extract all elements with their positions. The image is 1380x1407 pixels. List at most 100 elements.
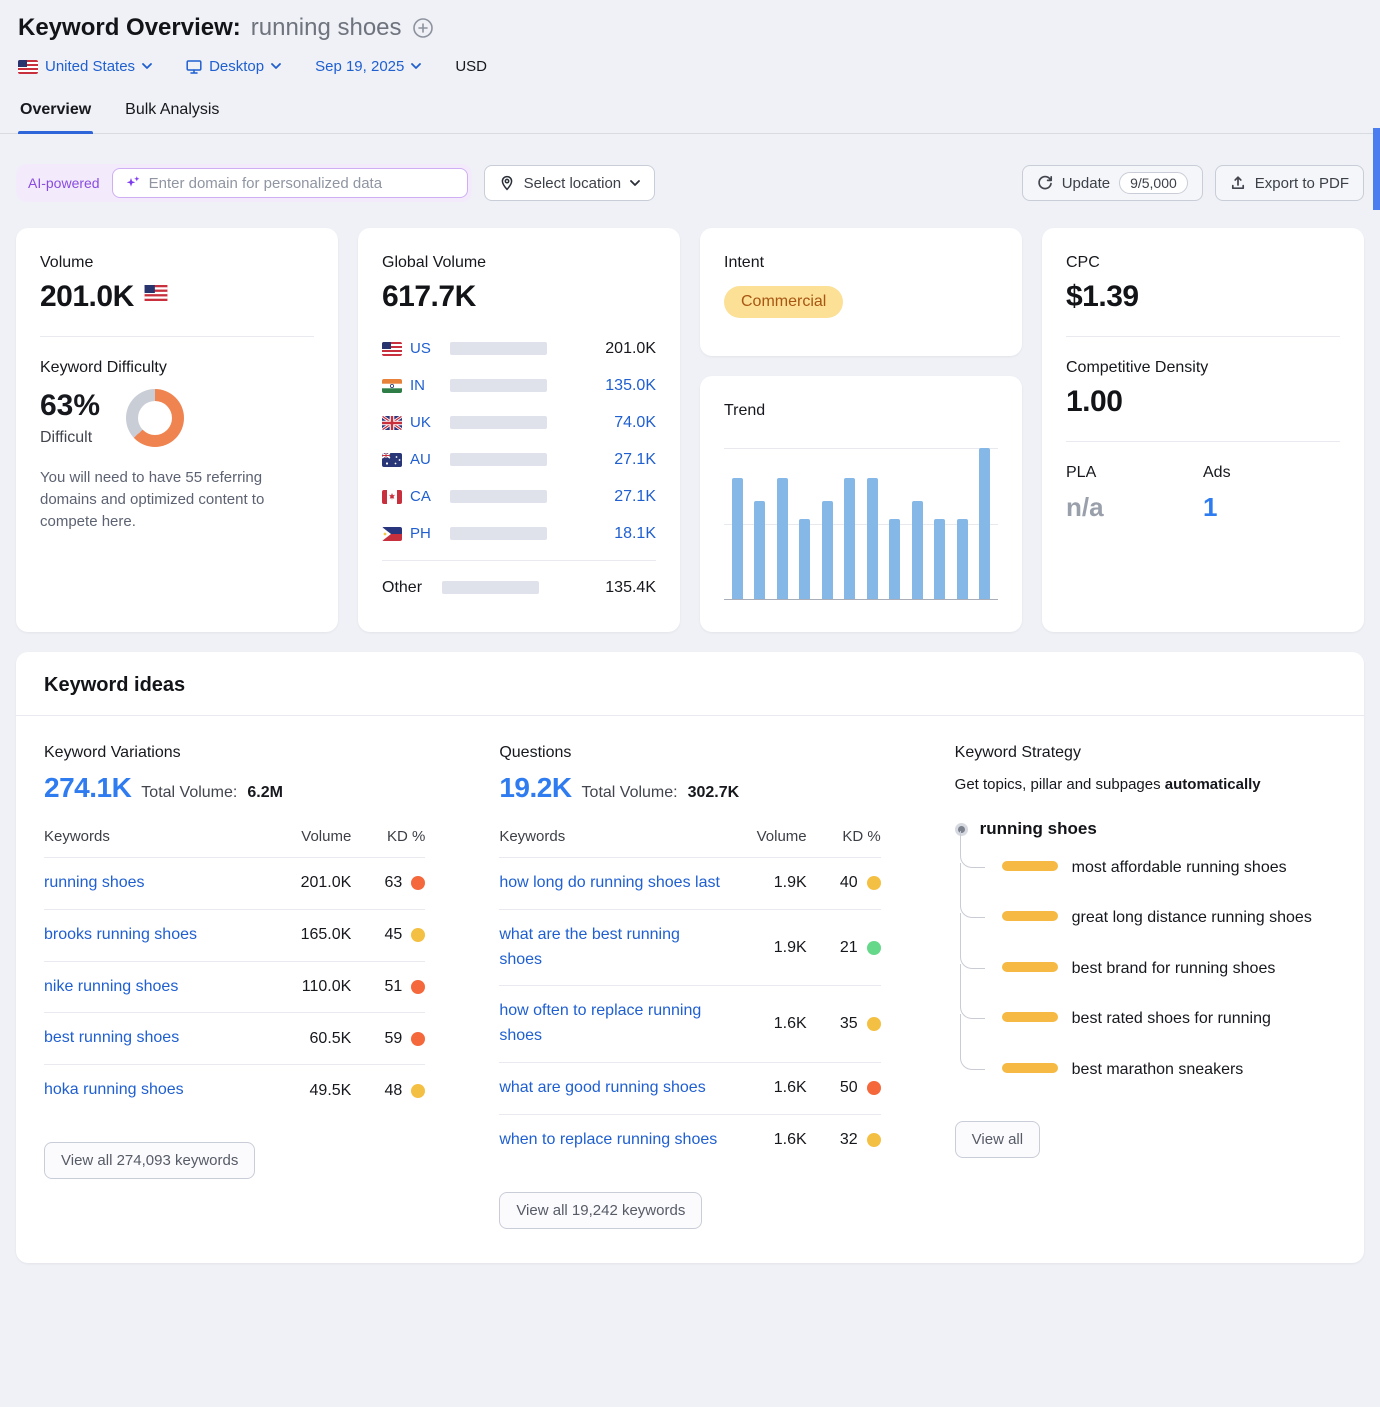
questions-total-label: Total Volume: (582, 784, 678, 802)
country-row-us: US 201.0K (382, 330, 656, 367)
keyword-link[interactable]: best running shoes (44, 1029, 179, 1046)
country-filter[interactable]: United States (18, 58, 152, 75)
in-flag-icon (382, 379, 402, 393)
country-volume: 18.1K (614, 525, 656, 543)
chevron-down-icon (630, 180, 640, 187)
country-code[interactable]: PH (410, 525, 442, 542)
keyword-link[interactable]: how long do running shoes last (499, 874, 720, 891)
keyword-overview-page: Keyword Overview: running shoes United S… (0, 0, 1380, 1407)
country-row-ph: PH 18.1K (382, 515, 656, 552)
keyword-volume: 1.9K (723, 858, 807, 910)
table-row: how often to replace running shoes 1.6K … (499, 986, 880, 1063)
scrollbar-thumb[interactable] (1373, 128, 1380, 210)
volume-bar (450, 416, 547, 429)
keyword-kd: 45 (385, 926, 403, 944)
global-volume-label: Global Volume (382, 254, 656, 272)
device-filter-label: Desktop (209, 58, 264, 75)
country-code[interactable]: IN (410, 377, 442, 394)
select-location-button[interactable]: Select location (484, 165, 656, 201)
gridline (724, 448, 998, 449)
questions-count: 19.2K (499, 772, 571, 804)
pla-value: n/a (1066, 492, 1203, 523)
device-filter[interactable]: Desktop (186, 58, 281, 75)
keyword-kd: 51 (385, 978, 403, 996)
tab-overview[interactable]: Overview (18, 101, 93, 133)
view-all-variations-button[interactable]: View all 274,093 keywords (44, 1142, 255, 1179)
country-code[interactable]: US (410, 340, 442, 357)
country-volume: 27.1K (614, 451, 656, 469)
trend-bar (732, 478, 743, 599)
date-filter[interactable]: Sep 19, 2025 (315, 58, 421, 75)
domain-input[interactable] (149, 175, 455, 192)
country-filter-label: United States (45, 58, 135, 75)
questions-total-value: 302.7K (688, 784, 740, 802)
kd-difficulty-dot (867, 1017, 881, 1031)
keyword-volume: 1.6K (723, 1114, 807, 1165)
variations-total-value: 6.2M (247, 784, 283, 802)
country-code[interactable]: CA (410, 488, 442, 505)
export-pdf-label: Export to PDF (1255, 175, 1349, 192)
variations-total-label: Total Volume: (141, 784, 237, 802)
keyword-kd: 21 (840, 939, 858, 957)
keyword-link[interactable]: nike running shoes (44, 978, 178, 995)
country-code[interactable]: UK (410, 414, 442, 431)
intent-card: Intent Commercial (700, 228, 1022, 356)
strategy-tree: running shoes most affordable running sh… (955, 819, 1336, 1095)
keyword-kd: 40 (840, 874, 858, 892)
keyword-link[interactable]: running shoes (44, 874, 145, 891)
keyword-link[interactable]: brooks running shoes (44, 926, 197, 943)
volume-bar (442, 581, 539, 594)
us-flag-icon (382, 342, 402, 356)
kd-difficulty-dot (867, 1081, 881, 1095)
column-header-keywords: Keywords (499, 828, 722, 858)
volume-bar (450, 453, 547, 466)
keyword-ideas-section: Keyword ideas Keyword Variations 274.1K … (16, 652, 1364, 1263)
trend-card: Trend (700, 376, 1022, 632)
keyword-volume: 49.5K (267, 1065, 351, 1116)
refresh-icon (1037, 175, 1053, 191)
keyword-volume: 201.0K (267, 858, 351, 910)
keyword-link[interactable]: what are good running shoes (499, 1079, 705, 1096)
variations-count: 274.1K (44, 772, 131, 804)
export-icon (1230, 175, 1246, 191)
page-header: Keyword Overview: running shoes United S… (0, 0, 1380, 134)
keyword-difficulty-donut (126, 389, 184, 447)
keyword-volume: 1.6K (723, 1062, 807, 1114)
trend-bar (934, 519, 945, 599)
topic-pill-icon (1002, 1063, 1058, 1073)
keyword-link[interactable]: when to replace running shoes (499, 1131, 717, 1148)
variations-table: Keywords Volume KD % running shoes 201.0… (44, 828, 425, 1116)
divider (1066, 336, 1340, 337)
kd-difficulty-dot (411, 1084, 425, 1098)
view-all-strategy-button[interactable]: View all (955, 1121, 1040, 1158)
topic-pill-icon (1002, 911, 1058, 921)
export-pdf-button[interactable]: Export to PDF (1215, 165, 1364, 201)
column-header-kd: KD % (351, 828, 425, 858)
divider (40, 336, 314, 337)
keyword-kd: 63 (385, 874, 403, 892)
competitive-density-value: 1.00 (1066, 385, 1340, 419)
intent-badge[interactable]: Commercial (724, 286, 843, 318)
country-volume: 201.0K (605, 340, 656, 358)
add-keyword-icon[interactable] (412, 17, 434, 39)
currency-label: USD (455, 58, 487, 75)
keyword-link[interactable]: hoka running shoes (44, 1081, 184, 1098)
chevron-down-icon (411, 63, 421, 70)
country-code[interactable]: AU (410, 451, 442, 468)
ads-label: Ads (1203, 464, 1340, 482)
trend-bar (979, 448, 990, 599)
competitive-density-label: Competitive Density (1066, 359, 1340, 377)
view-all-questions-button[interactable]: View all 19,242 keywords (499, 1192, 702, 1229)
country-volume: 135.0K (605, 377, 656, 395)
ads-value[interactable]: 1 (1203, 492, 1340, 523)
keyword-link[interactable]: what are the best running shoes (499, 926, 680, 968)
questions-title: Questions (499, 744, 880, 762)
tab-bulk-analysis[interactable]: Bulk Analysis (123, 101, 221, 133)
global-volume-value: 617.7K (382, 280, 656, 314)
update-button[interactable]: Update 9/5,000 (1022, 165, 1203, 201)
volume-bar (450, 490, 547, 503)
keyword-link[interactable]: how often to replace running shoes (499, 1002, 701, 1044)
trend-bar (799, 519, 810, 599)
country-volume: 74.0K (614, 414, 656, 432)
kd-difficulty-dot (867, 1133, 881, 1147)
